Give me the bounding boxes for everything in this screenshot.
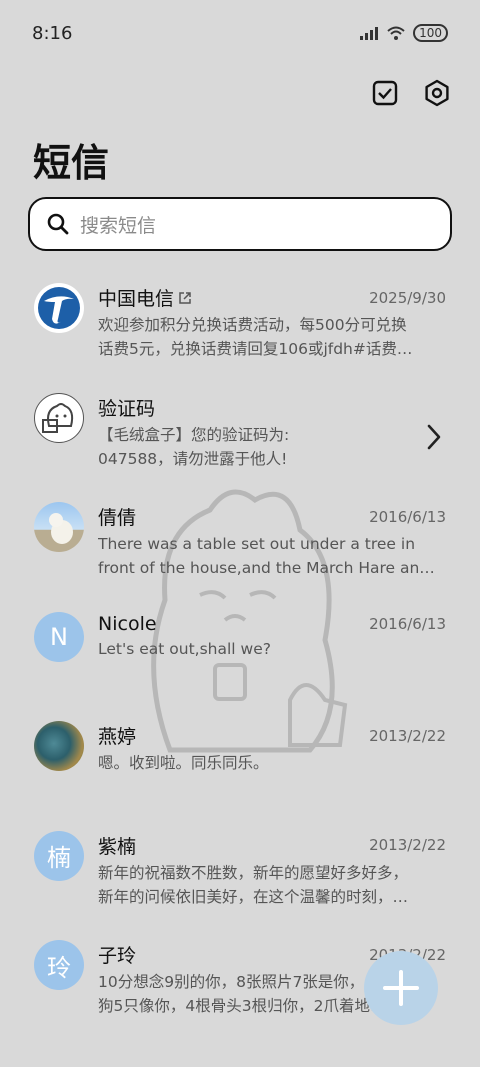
sender-name: 倩倩 (98, 507, 137, 529)
search-icon (47, 213, 69, 235)
sender-name: Nicole (98, 612, 157, 635)
plus-icon (383, 970, 419, 1006)
settings-icon (425, 79, 449, 107)
select-button[interactable] (368, 76, 402, 110)
message-preview: 【毛绒盒子】您的验证码为: 047588，请勿泄露于他人! (98, 425, 290, 468)
signal-icon (360, 27, 379, 40)
sender-name: 验证码 (98, 397, 156, 420)
list-item[interactable]: 燕婷 2013/2/22 嗯。收到啦。同乐同乐。 (0, 708, 480, 818)
status-icons: 100 (359, 24, 448, 42)
bear-avatar-icon (42, 402, 74, 433)
avatar: 玲 (34, 940, 84, 990)
page-title: 短信 (33, 141, 110, 185)
wifi-icon (387, 26, 405, 40)
checkbox-icon (372, 80, 398, 106)
message-preview: 欢迎参加积分兑换话费活动，每500分可兑换 话费5元，兑换话费请回复106或jf… (98, 316, 413, 358)
message-date: 2016/6/13 (369, 614, 446, 633)
top-actions (368, 76, 454, 110)
list-item[interactable]: 中国电信 2025/9/30 欢迎参加积分兑换话费活动，每500分可兑换 话费5… (0, 270, 480, 380)
chevron-right-icon[interactable] (426, 424, 442, 450)
message-preview: 新年的祝福数不胜数，新年的愿望好多好多， 新年的问候依旧美好，在这个温馨的时刻，… (98, 863, 409, 906)
battery-indicator: 100 (413, 24, 448, 42)
search-placeholder: 搜索短信 (80, 214, 157, 237)
avatar: N (34, 611, 84, 662)
message-date: 2025/9/30 (369, 288, 446, 307)
message-preview: There was a table set out under a tree i… (98, 535, 435, 577)
list-item[interactable]: 验证码 【毛绒盒子】您的验证码为: 047588，请勿泄露于他人! (0, 380, 480, 490)
message-date: 2016/6/13 (369, 507, 446, 526)
message-preview: Let's eat out,shall we? (98, 639, 271, 658)
new-message-button[interactable] (364, 951, 438, 1025)
list-item[interactable]: 楠 紫楠 2013/2/22 新年的祝福数不胜数，新年的愿望好多好多， 新年的问… (0, 818, 480, 928)
sender-name: 燕婷 (98, 726, 137, 748)
avatar: 楠 (34, 830, 84, 881)
avatar (34, 392, 84, 443)
status-bar: 8:16 100 (0, 0, 480, 66)
list-item[interactable]: 倩倩 2016/6/13 There was a table set out u… (0, 489, 480, 599)
avatar (34, 502, 84, 552)
message-list: 中国电信 2025/9/30 欢迎参加积分兑换话费活动，每500分可兑换 话费5… (0, 270, 480, 1037)
external-link-icon (179, 291, 191, 304)
avatar (34, 721, 84, 771)
message-date: 2013/2/22 (369, 726, 446, 745)
sender-name: 紫楠 (98, 835, 137, 858)
settings-button[interactable] (420, 76, 454, 110)
sender-name: 中国电信 (98, 284, 192, 311)
list-item[interactable]: N Nicole 2016/6/13 Let's eat out,shall w… (0, 599, 480, 709)
avatar (34, 283, 84, 333)
china-telecom-logo-icon (38, 287, 80, 329)
status-time: 8:16 (32, 22, 73, 44)
polar-bear-photo-icon (49, 513, 73, 544)
sender-name: 子玲 (98, 945, 137, 967)
search-input[interactable]: 搜索短信 (28, 197, 452, 251)
message-preview: 嗯。收到啦。同乐同乐。 (98, 754, 269, 772)
message-date: 2013/2/22 (369, 836, 446, 854)
